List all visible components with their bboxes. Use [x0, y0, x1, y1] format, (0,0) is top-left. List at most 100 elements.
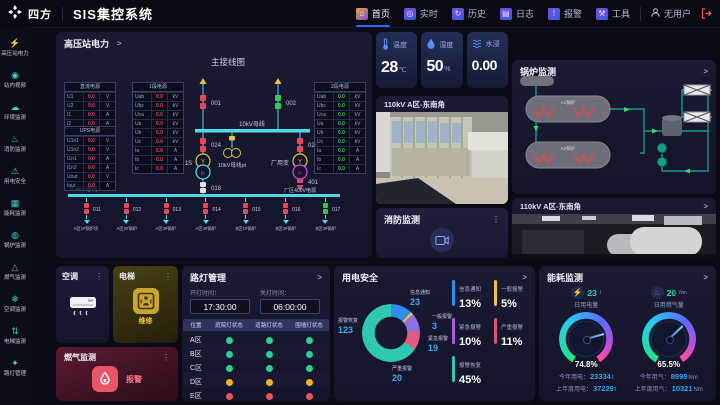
power-safety-donut: [362, 304, 420, 362]
elevator-panel-menu-icon[interactable]: ⋮: [164, 272, 172, 281]
zone-label: A区: [183, 335, 209, 345]
fire-monitoring-panel: 消防监测 ⋮: [376, 208, 508, 258]
feeder-arrow-icon: [243, 220, 249, 224]
sidebar-item[interactable]: ⚡ 高压站电力: [0, 31, 30, 63]
nav-item[interactable]: ⌂ 首页: [356, 0, 390, 27]
elevator-status-badge: 维修: [113, 316, 178, 326]
section2-power-table: 2段电源 Uab0.0kVUbc0.0kVUca0.0kVUa0.0kVUb0.…: [314, 82, 366, 174]
gas-panel-title: 燃气监测: [64, 352, 96, 363]
sidebar-item[interactable]: ⚠ 用电安全: [0, 159, 30, 191]
table-row: Ubc0.0kV: [133, 101, 183, 110]
svg-text:001: 001: [211, 101, 222, 107]
table-row: Ua0.0kV: [133, 119, 183, 128]
cctv2-expand-arrow[interactable]: >: [703, 202, 708, 211]
gauge-icon: [651, 286, 664, 299]
power-safety-title: 用电安全: [342, 271, 378, 284]
sidebar-item[interactable]: ◉ 站内视频: [0, 63, 30, 95]
nav-item-label: 历史: [468, 7, 486, 20]
energy-panel-title: 能耗监测: [547, 271, 583, 284]
sidebar-item-label: 锅炉监测: [4, 240, 26, 248]
sifang-logo-icon: [8, 5, 22, 22]
status-dot: [266, 365, 273, 372]
sidebar-item-icon: △: [12, 262, 19, 272]
sidebar-item-icon: ❄: [11, 294, 19, 304]
gauge-daily-value: 23: [587, 288, 596, 298]
sidebar-item[interactable]: ✦ 路灯管理: [0, 351, 30, 383]
logout-icon[interactable]: [701, 8, 712, 19]
legend-item: 报警恢复 45%: [452, 354, 492, 392]
zone-label: C区: [183, 363, 209, 373]
table-row: Ic0.0A: [315, 164, 365, 173]
svg-text:厂区400V电源: 厂区400V电源: [284, 187, 316, 194]
nav-item[interactable]: ! 报警: [548, 0, 582, 27]
donut-callout: 一般报警3: [432, 314, 452, 332]
sidebar-item[interactable]: ❄ 空调监测: [0, 287, 30, 319]
table-row: Ub0.0kV: [315, 128, 365, 137]
sidebar-item[interactable]: △ 燃气监测: [0, 255, 30, 287]
sidebar-item-icon: ◉: [11, 70, 19, 80]
cctv-panel-boiler-room[interactable]: 110kV A区-东南角 >: [512, 198, 716, 258]
sidebar-item-label: 路灯管理: [4, 368, 26, 376]
gauge: [642, 312, 696, 366]
feeder: 012 A区2#锅炉: [108, 198, 145, 232]
feeder-label: A区1#锅炉房: [74, 226, 99, 232]
sidebar-item-icon: ⚠: [11, 166, 19, 176]
elevator-icon: [133, 288, 159, 314]
sidebar-item-label: 电梯监测: [4, 336, 26, 344]
nav-item-label: 工具: [612, 7, 630, 20]
sidebar-item[interactable]: ♨ 消防监测: [0, 127, 30, 159]
dc-power-table: 直流电源 U10.0VU20.0VI10.0AI20.0A: [64, 82, 116, 129]
sidebar-item[interactable]: ▦ 能耗监测: [0, 191, 30, 223]
cctv-panel-switchgear[interactable]: 110kV A区-东南角: [376, 96, 508, 204]
gauge-column: 23 t 日用电量 74.8% 今年用电：23334t 上年度用电：37229: [545, 286, 628, 393]
sidebar-item-label: 站内视频: [4, 80, 26, 88]
gas-panel-menu-icon[interactable]: ⋮: [162, 353, 170, 362]
column-header: 道路灯状态: [249, 321, 289, 329]
ac-panel-menu-icon[interactable]: ⋮: [95, 272, 103, 281]
svg-text:10kV母线pt: 10kV母线pt: [218, 161, 247, 169]
feeder-arrow-icon: [163, 220, 169, 224]
table-row: Ubc0.0kV: [315, 101, 365, 110]
light-on-time-input[interactable]: [190, 299, 250, 314]
svg-text:▷: ▷: [298, 171, 302, 177]
sidebar-item[interactable]: ◍ 锅炉监测: [0, 223, 30, 255]
nav-item-icon: ▤: [500, 8, 512, 20]
svg-text:1S: 1S: [185, 161, 192, 167]
table-row: Ua0.0kV: [315, 119, 365, 128]
legend-item: 一般报警 5%: [494, 278, 534, 316]
gauge-label: 日用电量: [574, 300, 598, 309]
light-off-time-input[interactable]: [260, 299, 320, 314]
table-row: C区: [183, 359, 329, 373]
status-dot: [306, 351, 313, 358]
nav-item[interactable]: ⚒ 工具: [596, 0, 630, 27]
table-row: Uc0.0kV: [315, 137, 365, 146]
donut-callout: 严重报警20: [392, 366, 412, 384]
elevator-panel-title: 电梯: [119, 271, 135, 282]
boiler-panel-expand-arrow[interactable]: >: [703, 67, 708, 76]
nav-item[interactable]: ↻ 历史: [452, 0, 486, 27]
elevator-panel: 电梯 ⋮ 维修: [113, 266, 178, 343]
status-dot: [226, 379, 233, 386]
nav-item-label: 日志: [516, 7, 534, 20]
nav-item[interactable]: ◎ 实时: [404, 0, 438, 27]
feeder-arrow-icon: [322, 220, 328, 224]
status-dot: [306, 365, 313, 372]
sidebar-item[interactable]: ☁ 环境监测: [0, 95, 30, 127]
streetlight-panel-title: 路灯管理: [190, 271, 226, 284]
droplet-icon: [426, 38, 436, 51]
table-row: A区: [183, 331, 329, 345]
sidebar-item-icon: ◍: [11, 230, 19, 240]
legend-color-bar: [452, 356, 455, 382]
feeder: 014 A区4#锅炉: [187, 198, 224, 232]
streetlight-panel: 路灯管理 > 开灯时间： 关灯时间： 位置庭院灯状态道路灯状态围墙灯状态 A区: [182, 266, 330, 401]
logo-text: 四方: [28, 6, 52, 22]
user-menu[interactable]: 无用户: [651, 7, 691, 20]
legend-item: 严重报警 11%: [494, 316, 534, 354]
energy-expand-arrow[interactable]: >: [703, 273, 708, 282]
streetlight-expand-arrow[interactable]: >: [317, 273, 322, 282]
hv-station-panel: 高压站电力 > 主接线图 001 002 10kV母线 024 Y ▷ 1S: [56, 32, 372, 258]
sidebar-item[interactable]: ⇅ 电梯监测: [0, 319, 30, 351]
sidebar-item-icon: ♨: [11, 134, 19, 144]
fire-panel-menu-icon[interactable]: ⋮: [492, 215, 500, 224]
nav-item[interactable]: ▤ 日志: [500, 0, 534, 27]
